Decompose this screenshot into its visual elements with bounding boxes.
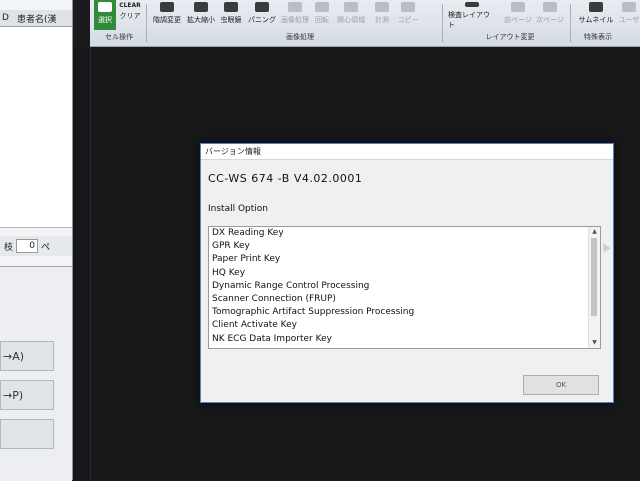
- count-field[interactable]: 0: [16, 239, 39, 253]
- list-item[interactable]: GPR Key: [209, 240, 589, 253]
- clear-icon: CLEAR: [119, 2, 141, 9]
- dialog-title-bar[interactable]: バージョン情報: [201, 144, 613, 160]
- next-page-label: 次ページ: [536, 16, 564, 24]
- magnifier-label: 虫眼鏡: [220, 16, 242, 24]
- patient-list-panel: D 患者名(漢 枝 0 ペ →A) →P): [0, 0, 73, 481]
- option-items: DX Reading Key GPR Key Paper Print Key H…: [209, 227, 589, 346]
- roi-label: 関心領域: [337, 16, 365, 24]
- ok-button[interactable]: OK: [523, 375, 599, 395]
- side-button-blank[interactable]: [0, 419, 54, 449]
- list-item[interactable]: HQ Key: [209, 267, 589, 280]
- group-image-process: 画像処理: [286, 33, 314, 41]
- toolbar-ribbon: 選択 CLEAR クリア 階調変更 拡大縮小 虫眼鏡 パニング 画像処理 回転 …: [90, 0, 640, 47]
- user-button[interactable]: ユーザ: [618, 0, 640, 30]
- option-list-scrollbar[interactable]: ▲ ▼: [588, 227, 600, 348]
- copy-label: コピー: [397, 16, 419, 24]
- user-label: ユーザ: [618, 16, 640, 24]
- clear-button[interactable]: CLEAR クリア: [118, 0, 142, 30]
- rotate-icon: [315, 2, 329, 12]
- layout-icon: [465, 2, 479, 7]
- version-text: CC-WS 674 -B V4.02.0001: [208, 172, 363, 185]
- column-header-patient-name[interactable]: 患者名(漢: [15, 12, 57, 25]
- list-item[interactable]: Dynamic Range Control Processing: [209, 280, 589, 293]
- list-item[interactable]: Tomographic Artifact Suppression Process…: [209, 306, 589, 319]
- contrast-icon: [160, 2, 174, 12]
- thumbnail-label: サムネイル: [578, 16, 614, 24]
- magnifier-button[interactable]: 虫眼鏡: [218, 0, 244, 30]
- copy-icon: [401, 2, 415, 12]
- image-process-icon: [288, 2, 302, 12]
- scroll-down-icon[interactable]: ▼: [589, 338, 600, 348]
- zoom-icon: [194, 2, 208, 12]
- install-option-label: Install Option: [208, 204, 268, 214]
- ribbon-separator: [570, 4, 571, 42]
- zoom-label: 拡大縮小: [187, 16, 215, 24]
- prev-page-icon: [511, 2, 525, 12]
- prev-page-label: 前ページ: [504, 16, 532, 24]
- prev-page-button[interactable]: 前ページ: [504, 0, 532, 30]
- roi-icon: [344, 2, 358, 12]
- image-process-label: 画像処理: [281, 16, 309, 24]
- measure-label: 計測: [375, 16, 389, 24]
- user-icon: [622, 2, 636, 12]
- arrow-select-icon: [98, 2, 112, 12]
- pan-button[interactable]: パニング: [248, 0, 276, 30]
- dialog-title: バージョン情報: [205, 147, 261, 156]
- select-tool-label: 選択: [98, 16, 112, 24]
- count-suffix: ペ: [41, 242, 51, 253]
- count-label: 枝: [4, 242, 14, 253]
- thumbnail-button[interactable]: サムネイル: [578, 0, 614, 30]
- side-button-p[interactable]: →P): [0, 380, 54, 410]
- scroll-thumb[interactable]: [591, 238, 597, 316]
- group-cell-ops: セル操作: [105, 33, 133, 41]
- install-option-list[interactable]: DX Reading Key GPR Key Paper Print Key H…: [208, 226, 601, 349]
- measure-icon: [375, 2, 389, 12]
- list-item[interactable]: Scanner Connection (FRUP): [209, 293, 589, 306]
- list-item[interactable]: NK ECG Data Importer Key: [209, 333, 589, 346]
- left-action-area: →A) →P): [0, 266, 72, 481]
- next-page-button[interactable]: 次ページ: [536, 0, 564, 30]
- patient-list-header: D 患者名(漢: [0, 10, 72, 27]
- group-special-display: 特殊表示: [584, 33, 612, 41]
- list-item[interactable]: Client Activate Key: [209, 319, 589, 332]
- pan-label: パニング: [248, 16, 276, 24]
- contrast-button[interactable]: 階調変更: [152, 0, 182, 30]
- viewer-divider: [90, 47, 91, 480]
- magnifier-icon: [224, 2, 238, 12]
- contrast-label: 階調変更: [153, 16, 181, 24]
- clear-label: クリア: [119, 12, 141, 20]
- thumbnail-icon: [589, 2, 603, 12]
- scroll-up-icon[interactable]: ▲: [589, 227, 600, 237]
- next-page-icon: [543, 2, 557, 12]
- layout-label: 検査レイアウト: [448, 11, 490, 29]
- list-item[interactable]: DX Reading Key: [209, 227, 589, 240]
- image-process-button[interactable]: 画像処理: [280, 0, 310, 30]
- layout-button[interactable]: 検査レイアウト: [448, 0, 496, 30]
- rotate-label: 回転: [315, 16, 329, 24]
- ribbon-separator: [146, 4, 147, 42]
- measure-button[interactable]: 計測: [372, 0, 392, 30]
- side-button-a[interactable]: →A): [0, 341, 54, 371]
- zoom-button[interactable]: 拡大縮小: [186, 0, 216, 30]
- rotate-button[interactable]: 回転: [312, 0, 332, 30]
- column-header-d[interactable]: D: [0, 13, 9, 23]
- page-count-bar: 枝 0 ペ: [0, 236, 72, 256]
- group-layout-change: レイアウト変更: [485, 33, 535, 41]
- ribbon-separator: [442, 4, 443, 42]
- list-item[interactable]: Paper Print Key: [209, 253, 589, 266]
- roi-button[interactable]: 関心領域: [336, 0, 366, 30]
- patient-list[interactable]: [0, 27, 72, 228]
- copy-button[interactable]: コピー: [396, 0, 420, 30]
- version-info-dialog: バージョン情報 CC-WS 674 -B V4.02.0001 Install …: [200, 143, 614, 403]
- select-tool-button[interactable]: 選択: [94, 0, 116, 30]
- hand-pan-icon: [255, 2, 269, 12]
